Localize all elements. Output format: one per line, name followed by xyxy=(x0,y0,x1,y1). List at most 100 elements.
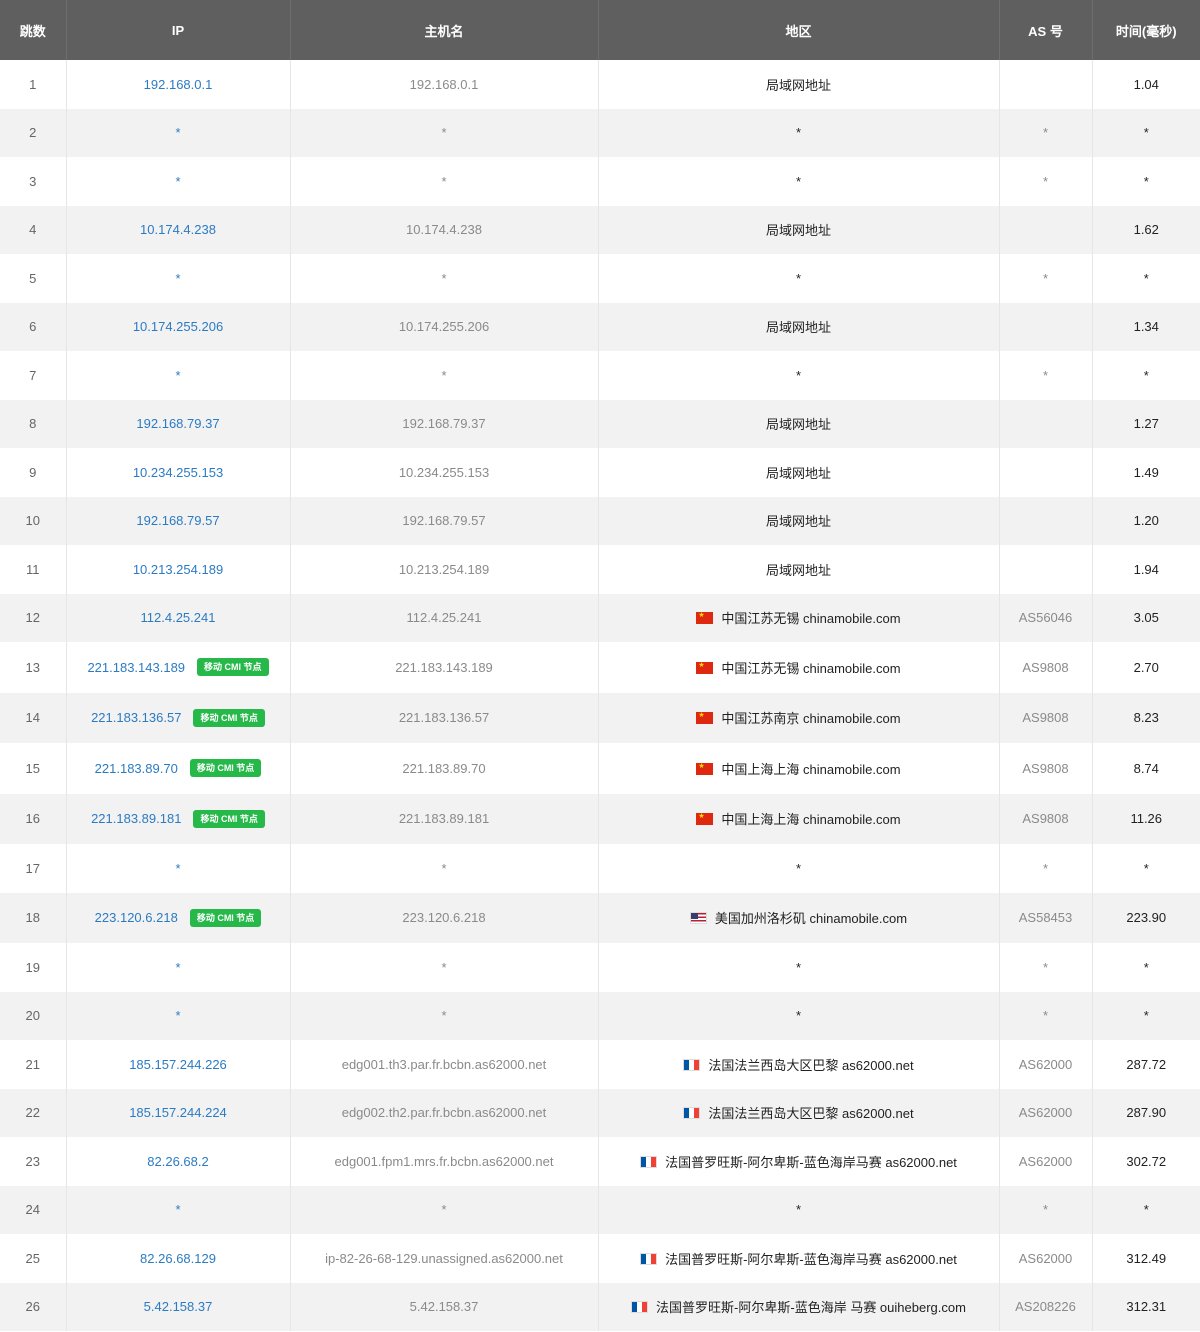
latency-cell: 312.31 xyxy=(1126,1299,1167,1315)
flag-fr-icon xyxy=(640,1252,658,1265)
asn-cell: AS208226 xyxy=(999,1282,1093,1331)
hostname-cell: edg002.th2.par.fr.bcbn.as62000.net xyxy=(290,1088,599,1137)
region-text: 法国法兰西岛大区巴黎 as62000.net xyxy=(708,1106,914,1122)
ip-link[interactable]: 112.4.25.241 xyxy=(141,610,216,625)
ip-link[interactable]: * xyxy=(175,960,180,975)
column-header-asn: AS 号 xyxy=(999,0,1093,60)
asn-cell xyxy=(999,399,1093,448)
latency-cell: * xyxy=(1143,860,1149,876)
region-text: * xyxy=(795,367,802,383)
ip-link[interactable]: * xyxy=(175,861,180,876)
hostname-cell: 10.174.255.206 xyxy=(290,302,599,351)
ip-link[interactable]: 221.183.143.189 xyxy=(87,660,185,675)
ip-link[interactable]: 10.213.254.189 xyxy=(133,562,223,577)
region-text: 局域网地址 xyxy=(765,465,831,481)
hostname-cell: * xyxy=(290,108,599,157)
hostname-cell: 10.174.4.238 xyxy=(290,205,599,254)
latency-cell: 1.27 xyxy=(1133,416,1159,432)
region-text: 局域网地址 xyxy=(765,514,831,530)
latency-cell: 287.90 xyxy=(1126,1105,1167,1121)
ip-link[interactable]: 82.26.68.2 xyxy=(147,1154,208,1169)
table-row: 19 * * * * * xyxy=(0,943,1200,992)
region-text: 中国上海上海 chinamobile.com xyxy=(721,812,901,828)
ip-cell: 5.42.158.37 xyxy=(66,1282,291,1331)
region-cell: 中国上海上海 chinamobile.com xyxy=(598,793,1000,844)
table-row: 7 * * * * * xyxy=(0,351,1200,400)
ip-link[interactable]: 223.120.6.218 xyxy=(95,910,178,925)
column-header-hop: 跳数 xyxy=(0,0,67,60)
ip-with-badge: 221.183.136.57 移动 CMI 节点 xyxy=(91,708,265,727)
ip-link[interactable]: * xyxy=(175,125,180,140)
hostname-cell: 223.120.6.218 xyxy=(290,892,599,943)
hop-number: 19 xyxy=(0,943,67,992)
asn-cell: * xyxy=(999,844,1093,893)
ip-link[interactable]: 221.183.136.57 xyxy=(91,710,181,725)
region-cell: 局域网地址 xyxy=(598,545,1000,594)
latency-cell: 1.94 xyxy=(1133,561,1159,577)
ip-link[interactable]: 192.168.79.57 xyxy=(136,513,219,528)
latency-cell: 1.34 xyxy=(1133,319,1159,335)
region-cell: 美国加州洛杉矶 chinamobile.com xyxy=(598,892,1000,943)
ip-link[interactable]: * xyxy=(175,1008,180,1023)
ip-cell: * xyxy=(66,1185,291,1234)
region-text: 法国普罗旺斯-阿尔卑斯-蓝色海岸 马赛 ouiheberg.com xyxy=(656,1300,966,1316)
ip-link[interactable]: 5.42.158.37 xyxy=(144,1299,213,1314)
latency-cell: 312.49 xyxy=(1126,1250,1167,1266)
asn-cell: AS62000 xyxy=(999,1040,1093,1089)
latency-cell: 1.04 xyxy=(1133,76,1159,92)
ip-link[interactable]: * xyxy=(175,368,180,383)
ip-link[interactable]: 221.183.89.181 xyxy=(91,811,181,826)
region-cell: * xyxy=(598,157,1000,206)
region-text: 中国上海上海 chinamobile.com xyxy=(721,761,901,777)
ip-cell: 112.4.25.241 xyxy=(66,593,291,642)
region-text: 中国江苏无锡 chinamobile.com xyxy=(721,611,901,627)
ip-with-badge: 221.183.89.181 移动 CMI 节点 xyxy=(91,809,265,828)
region-cell: 局域网地址 xyxy=(598,205,1000,254)
region-cell: * xyxy=(598,844,1000,893)
hop-number: 25 xyxy=(0,1234,67,1283)
ip-link[interactable]: 10.174.255.206 xyxy=(133,319,223,334)
ip-link[interactable]: 192.168.0.1 xyxy=(144,77,213,92)
latency-cell: 8.23 xyxy=(1133,710,1159,726)
ip-link[interactable]: 10.174.4.238 xyxy=(140,222,216,237)
asn-cell: * xyxy=(999,254,1093,303)
column-header-time: 时间(毫秒) xyxy=(1092,0,1200,60)
ip-link[interactable]: 82.26.68.129 xyxy=(140,1251,216,1266)
hop-number: 2 xyxy=(0,108,67,157)
table-row: 9 10.234.255.153 10.234.255.153 局域网地址 1.49 xyxy=(0,448,1200,497)
hostname-cell: * xyxy=(290,844,599,893)
ip-link[interactable]: * xyxy=(175,1202,180,1217)
table-row: 23 82.26.68.2 edg001.fpm1.mrs.fr.bcbn.as62… xyxy=(0,1137,1200,1186)
hop-number: 5 xyxy=(0,254,67,303)
ip-link[interactable]: * xyxy=(175,271,180,286)
hostname-cell: * xyxy=(290,1185,599,1234)
asn-cell: AS62000 xyxy=(999,1234,1093,1283)
ip-cell: 10.213.254.189 xyxy=(66,545,291,594)
ip-link[interactable]: 185.157.244.224 xyxy=(129,1105,227,1120)
latency-cell: * xyxy=(1143,1202,1149,1218)
ip-link[interactable]: 185.157.244.226 xyxy=(129,1057,227,1072)
hop-number: 4 xyxy=(0,205,67,254)
ip-link[interactable]: 221.183.89.70 xyxy=(95,761,178,776)
ip-link[interactable]: 192.168.79.37 xyxy=(136,416,219,431)
region-text: 法国普罗旺斯-阿尔卑斯-蓝色海岸马赛 as62000.net xyxy=(665,1154,957,1170)
region-text: 法国普罗旺斯-阿尔卑斯-蓝色海岸马赛 as62000.net xyxy=(665,1251,957,1267)
region-text: 美国加州洛杉矶 chinamobile.com xyxy=(714,911,908,927)
hop-number: 21 xyxy=(0,1040,67,1089)
asn-cell: * xyxy=(999,108,1093,157)
ip-cell: 10.174.255.206 xyxy=(66,302,291,351)
cmi-node-badge: 移动 CMI 节点 xyxy=(193,809,265,828)
table-row: 21 185.157.244.226 edg001.th3.par.fr.bcbn.… xyxy=(0,1040,1200,1089)
hostname-cell: 221.183.136.57 xyxy=(290,692,599,743)
ip-cell: 192.168.79.57 xyxy=(66,496,291,545)
table-row: 11 10.213.254.189 10.213.254.189 局域网地址 1.94 xyxy=(0,545,1200,594)
table-body: 1 192.168.0.1 192.168.0.1 局域网地址 1.04 2 * * * * * 3 *… xyxy=(0,60,1200,1331)
ip-cell: 10.234.255.153 xyxy=(66,448,291,497)
hop-number: 26 xyxy=(0,1282,67,1331)
latency-cell: * xyxy=(1143,125,1149,141)
ip-link[interactable]: * xyxy=(175,174,180,189)
table-row: 20 * * * * * xyxy=(0,991,1200,1040)
region-cell: 法国法兰西岛大区巴黎 as62000.net xyxy=(598,1040,1000,1089)
ip-link[interactable]: 10.234.255.153 xyxy=(133,465,223,480)
table-row: 3 * * * * * xyxy=(0,157,1200,206)
